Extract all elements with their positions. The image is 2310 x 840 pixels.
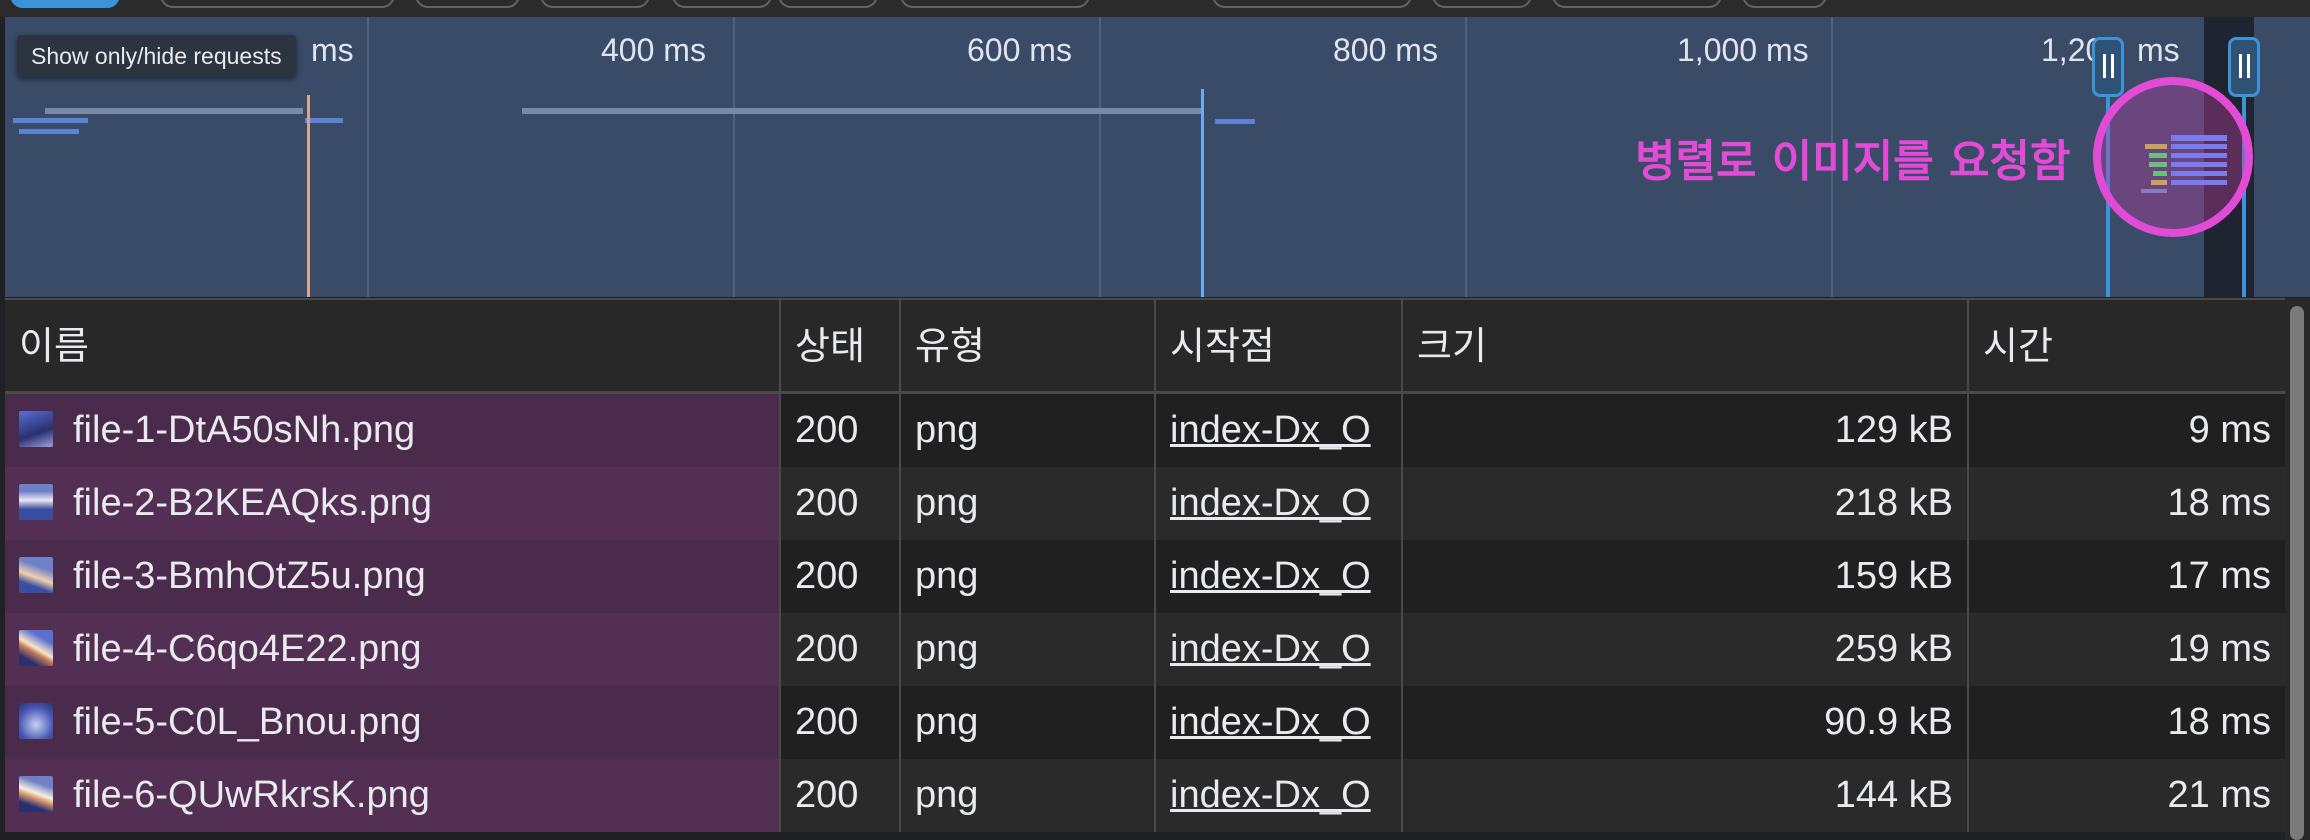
cell-initiator-link[interactable]: index-Dx_O — [1156, 613, 1403, 686]
column-header-size[interactable]: 크기 — [1403, 300, 1969, 393]
file-name: file-5-C0L_Bnou.png — [73, 701, 422, 743]
filter-chip[interactable] — [900, 0, 1090, 8]
request-bar — [45, 108, 303, 114]
cell-name: file-6-QUwRkrsK.png — [5, 759, 781, 832]
cell-type: png — [901, 686, 1156, 759]
cell-time: 9 ms — [1969, 394, 2285, 467]
tick-label: 800 ms — [1333, 32, 1438, 68]
cell-time: 18 ms — [1969, 686, 2285, 759]
table-row[interactable]: file-2-B2KEAQks.png 200 png index-Dx_O 2… — [5, 467, 2285, 540]
tick-label: 400 ms — [601, 32, 706, 68]
image-thumbnail-icon — [19, 629, 53, 666]
cell-type: png — [901, 394, 1156, 467]
filter-chip[interactable] — [160, 0, 395, 8]
request-bar — [1215, 119, 1255, 124]
table-row[interactable]: file-3-BmhOtZ5u.png 200 png index-Dx_O 1… — [5, 540, 2285, 613]
column-header-status[interactable]: 상태 — [781, 300, 901, 393]
image-thumbnail-icon — [19, 483, 53, 520]
cell-initiator-link[interactable]: index-Dx_O — [1156, 540, 1403, 613]
table-row[interactable]: file-1-DtA50sNh.png 200 png index-Dx_O 1… — [5, 394, 2285, 467]
column-header-name[interactable]: 이름 — [5, 300, 781, 393]
cell-size: 144 kB — [1403, 759, 1969, 832]
column-header-type[interactable]: 유형 — [901, 300, 1156, 393]
table-row[interactable]: file-4-C6qo4E22.png 200 png index-Dx_O 2… — [5, 613, 2285, 686]
range-handle-icon[interactable] — [2092, 37, 2124, 97]
tooltip: Show only/hide requests — [17, 35, 296, 77]
cell-size: 90.9 kB — [1403, 686, 1969, 759]
request-bar — [522, 108, 1204, 114]
request-bar — [305, 118, 343, 123]
cell-name: file-3-BmhOtZ5u.png — [5, 540, 781, 613]
cell-name: file-5-C0L_Bnou.png — [5, 686, 781, 759]
waterfall-icon — [2141, 135, 2227, 193]
filter-chip[interactable] — [1212, 0, 1412, 8]
filter-chip[interactable] — [1432, 0, 1532, 8]
file-name: file-6-QUwRkrsK.png — [73, 774, 430, 816]
cell-type: png — [901, 467, 1156, 540]
cell-size: 218 kB — [1403, 467, 1969, 540]
dom-content-loaded-marker — [307, 95, 310, 297]
file-name: file-2-B2KEAQks.png — [73, 482, 433, 524]
tick-line — [1099, 17, 1101, 297]
cell-initiator-link[interactable]: index-Dx_O — [1156, 394, 1403, 467]
column-header-time[interactable]: 시간 — [1969, 300, 2285, 393]
network-overview-timeline[interactable]: ms 400 ms 600 ms 800 ms 1,000 ms 1,20 ms… — [5, 17, 2310, 297]
cell-status: 200 — [781, 613, 901, 686]
cell-initiator-link[interactable]: index-Dx_O — [1156, 759, 1403, 832]
filter-chip[interactable] — [672, 0, 772, 8]
request-bar — [13, 118, 88, 123]
filter-bar — [0, 0, 2310, 17]
cell-initiator-link[interactable]: index-Dx_O — [1156, 686, 1403, 759]
request-table: 이름 상태 유형 시작점 크기 시간 file-1-DtA50sNh.png 2… — [5, 298, 2285, 840]
tick-label: 1,000 ms — [1677, 32, 1809, 68]
file-name: file-1-DtA50sNh.png — [73, 409, 416, 451]
image-thumbnail-icon — [19, 410, 53, 447]
cell-type: png — [901, 759, 1156, 832]
load-marker — [1201, 89, 1204, 297]
cell-type: png — [901, 540, 1156, 613]
cell-size: 259 kB — [1403, 613, 1969, 686]
table-row[interactable]: file-5-C0L_Bnou.png 200 png index-Dx_O 9… — [5, 686, 2285, 759]
cell-size: 129 kB — [1403, 394, 1969, 467]
filter-chip[interactable] — [1742, 0, 1827, 8]
cell-name: file-1-DtA50sNh.png — [5, 394, 781, 467]
table-header: 이름 상태 유형 시작점 크기 시간 — [5, 298, 2285, 394]
cell-status: 200 — [781, 394, 901, 467]
cell-initiator-link[interactable]: index-Dx_O — [1156, 467, 1403, 540]
tick-line — [1465, 17, 1467, 297]
cell-status: 200 — [781, 759, 901, 832]
cell-name: file-2-B2KEAQks.png — [5, 467, 781, 540]
file-name: file-3-BmhOtZ5u.png — [73, 555, 426, 597]
cell-name: file-4-C6qo4E22.png — [5, 613, 781, 686]
cell-time: 19 ms — [1969, 613, 2285, 686]
range-handle-icon[interactable] — [2228, 37, 2260, 97]
cell-type: png — [901, 613, 1156, 686]
cell-size: 159 kB — [1403, 540, 1969, 613]
request-bar — [19, 129, 79, 134]
filter-chip-active[interactable] — [10, 0, 120, 8]
filter-chip[interactable] — [540, 0, 650, 8]
image-thumbnail-icon — [19, 702, 53, 739]
tick-line — [733, 17, 735, 297]
tick-label: ms — [2137, 32, 2180, 68]
filter-chip[interactable] — [1552, 0, 1722, 8]
cell-status: 200 — [781, 467, 901, 540]
file-name: file-4-C6qo4E22.png — [73, 628, 422, 670]
tick-label: ms — [311, 32, 354, 68]
column-header-initiator[interactable]: 시작점 — [1156, 300, 1403, 393]
scrollbar-thumb[interactable] — [2290, 306, 2304, 840]
image-thumbnail-icon — [19, 556, 53, 593]
cell-time: 17 ms — [1969, 540, 2285, 613]
cell-status: 200 — [781, 540, 901, 613]
filter-chip[interactable] — [778, 0, 878, 8]
cell-status: 200 — [781, 686, 901, 759]
image-thumbnail-icon — [19, 775, 53, 812]
annotation-text: 병렬로 이미지를 요청함 — [1635, 136, 2071, 187]
tick-label: 600 ms — [967, 32, 1072, 68]
filter-chip[interactable] — [415, 0, 520, 8]
cell-time: 18 ms — [1969, 467, 2285, 540]
cell-time: 21 ms — [1969, 759, 2285, 832]
table-row[interactable]: file-6-QUwRkrsK.png 200 png index-Dx_O 1… — [5, 759, 2285, 832]
tick-line — [367, 17, 369, 297]
